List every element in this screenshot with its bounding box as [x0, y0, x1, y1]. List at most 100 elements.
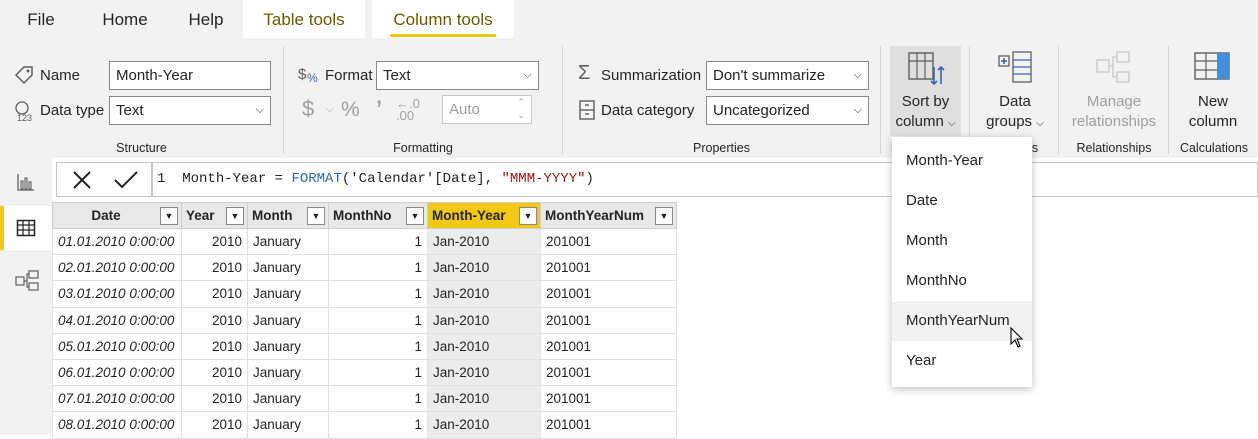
cell-monthno[interactable]: 1: [328, 306, 428, 334]
cell-month[interactable]: January: [247, 385, 329, 413]
cell-monthyearnum[interactable]: 201001: [540, 358, 677, 387]
column-header-date[interactable]: Date ▼: [52, 202, 182, 229]
cell-monthyearnum[interactable]: 201001: [540, 306, 677, 334]
currency-icon[interactable]: $: [302, 96, 314, 122]
cell-date[interactable]: 04.01.2010 0:00:00: [52, 306, 182, 334]
cell-monthyearnum[interactable]: 201001: [540, 332, 677, 360]
cell-year[interactable]: 2010: [181, 358, 248, 387]
data-view-tab[interactable]: [0, 206, 52, 250]
cell-monthyearnum[interactable]: 201001: [540, 411, 677, 439]
cell-year[interactable]: 2010: [181, 306, 248, 334]
name-input[interactable]: Month-Year: [109, 61, 271, 90]
filter-dropdown-icon[interactable]: ▼: [655, 207, 673, 225]
sort-option-month[interactable]: Month: [892, 221, 1032, 261]
cell-year[interactable]: 2010: [181, 385, 248, 413]
menu-help[interactable]: Help: [176, 0, 236, 38]
model-view-icon[interactable]: [15, 270, 39, 296]
cell-monthno[interactable]: 1: [328, 227, 428, 256]
cell-year[interactable]: 2010: [181, 411, 248, 439]
cell-month-year[interactable]: Jan-2010: [427, 332, 541, 360]
cell-year[interactable]: 2010: [181, 254, 248, 282]
cell-monthno[interactable]: 1: [328, 254, 428, 282]
data-type-select[interactable]: Text ⌵: [109, 96, 271, 125]
cell-date[interactable]: 01.01.2010 0:00:00: [52, 227, 182, 256]
cell-date[interactable]: 07.01.2010 0:00:00: [52, 385, 182, 413]
filter-dropdown-icon[interactable]: ▼: [406, 207, 424, 225]
sort-option-month-year[interactable]: Month-Year: [892, 141, 1032, 181]
column-header-month-year[interactable]: Month-Year ▼: [427, 202, 541, 229]
menu-column-tools[interactable]: Column tools: [372, 0, 514, 38]
auto-value: Auto: [449, 101, 480, 118]
cell-month-year[interactable]: Jan-2010: [427, 280, 541, 308]
commit-check-icon[interactable]: [113, 169, 139, 195]
cell-monthyearnum[interactable]: 201001: [540, 385, 677, 413]
filter-dropdown-icon[interactable]: ▼: [160, 207, 178, 225]
report-view-icon[interactable]: [16, 172, 36, 196]
cell-monthno[interactable]: 1: [328, 358, 428, 387]
spinner-icon[interactable]: ⌃ ⌄: [517, 96, 525, 122]
summarization-select[interactable]: Don't summarize ⌵: [706, 61, 869, 90]
formula-string: "MMM-YYYY": [501, 171, 586, 187]
filter-dropdown-icon[interactable]: ▼: [307, 207, 325, 225]
sort-by-column-menu: Month-Year Date Month MonthNo MonthYearN…: [892, 137, 1032, 387]
sort-option-monthno[interactable]: MonthNo: [892, 261, 1032, 301]
sort-option-date[interactable]: Date: [892, 181, 1032, 221]
cell-month[interactable]: January: [247, 254, 329, 282]
cell-monthno[interactable]: 1: [328, 385, 428, 413]
cell-monthno[interactable]: 1: [328, 280, 428, 308]
column-header-label: Month-Year: [432, 208, 506, 223]
manage-relationships-line2: relationships: [1071, 113, 1157, 130]
cell-date[interactable]: 05.01.2010 0:00:00: [52, 332, 182, 360]
cell-month[interactable]: January: [247, 411, 329, 439]
cell-monthyearnum[interactable]: 201001: [540, 254, 677, 282]
data-category-label: Data category: [601, 102, 695, 119]
filter-dropdown-icon[interactable]: ▼: [226, 207, 244, 225]
column-header-label: Month: [252, 208, 293, 223]
filter-dropdown-icon[interactable]: ▼: [519, 207, 537, 225]
cell-date[interactable]: 03.01.2010 0:00:00: [52, 280, 182, 308]
svg-text:123: 123: [17, 113, 32, 123]
formula-editor[interactable]: 1 Month-Year = FORMAT('Calendar'[Date], …: [152, 162, 1258, 197]
new-column-button[interactable]: New column: [1178, 46, 1248, 136]
cell-month-year[interactable]: Jan-2010: [427, 411, 541, 439]
cell-date[interactable]: 02.01.2010 0:00:00: [52, 254, 182, 282]
percent-icon[interactable]: %: [341, 98, 360, 122]
cell-monthyearnum[interactable]: 201001: [540, 280, 677, 308]
cell-month[interactable]: January: [247, 332, 329, 360]
cell-month-year[interactable]: Jan-2010: [427, 306, 541, 334]
divider: [880, 46, 881, 154]
menu-home[interactable]: Home: [88, 0, 162, 38]
column-header-monthno[interactable]: MonthNo ▼: [328, 202, 428, 229]
decimal-places-input[interactable]: Auto ⌃ ⌄: [442, 95, 532, 124]
cell-month-year[interactable]: Jan-2010: [427, 358, 541, 387]
cell-month[interactable]: January: [247, 358, 329, 387]
menu-table-tools[interactable]: Table tools: [243, 0, 365, 38]
cell-month[interactable]: January: [247, 306, 329, 334]
cell-monthno[interactable]: 1: [328, 332, 428, 360]
cell-month-year[interactable]: Jan-2010: [427, 254, 541, 282]
cell-monthno[interactable]: 1: [328, 411, 428, 439]
sort-by-column-button[interactable]: Sort by column ⌵: [890, 46, 961, 136]
cell-year[interactable]: 2010: [181, 280, 248, 308]
data-category-select[interactable]: Uncategorized ⌵: [706, 96, 869, 125]
cell-month-year[interactable]: Jan-2010: [427, 227, 541, 256]
format-select[interactable]: Text ⌵: [376, 61, 539, 90]
cell-year[interactable]: 2010: [181, 332, 248, 360]
cell-year[interactable]: 2010: [181, 227, 248, 256]
cell-date[interactable]: 06.01.2010 0:00:00: [52, 358, 182, 387]
cancel-icon[interactable]: [71, 169, 93, 195]
data-groups-button[interactable]: Data groups ⌵: [980, 46, 1050, 136]
column-header-month[interactable]: Month ▼: [247, 202, 329, 229]
cell-month[interactable]: January: [247, 280, 329, 308]
table-icon: [16, 218, 36, 242]
cell-monthyearnum[interactable]: 201001: [540, 227, 677, 256]
column-header-monthyearnum[interactable]: MonthYearNum ▼: [540, 202, 677, 229]
column-header-year[interactable]: Year ▼: [181, 202, 248, 229]
comma-style-icon[interactable]: ’: [376, 96, 382, 122]
cell-date[interactable]: 08.01.2010 0:00:00: [52, 411, 182, 439]
cell-month[interactable]: January: [247, 227, 329, 256]
decimal-places-icon[interactable]: ←.0.00: [396, 97, 420, 122]
manage-relationships-button[interactable]: Manage relationships: [1066, 46, 1162, 136]
cell-month-year[interactable]: Jan-2010: [427, 385, 541, 413]
menu-file[interactable]: File: [10, 0, 72, 38]
